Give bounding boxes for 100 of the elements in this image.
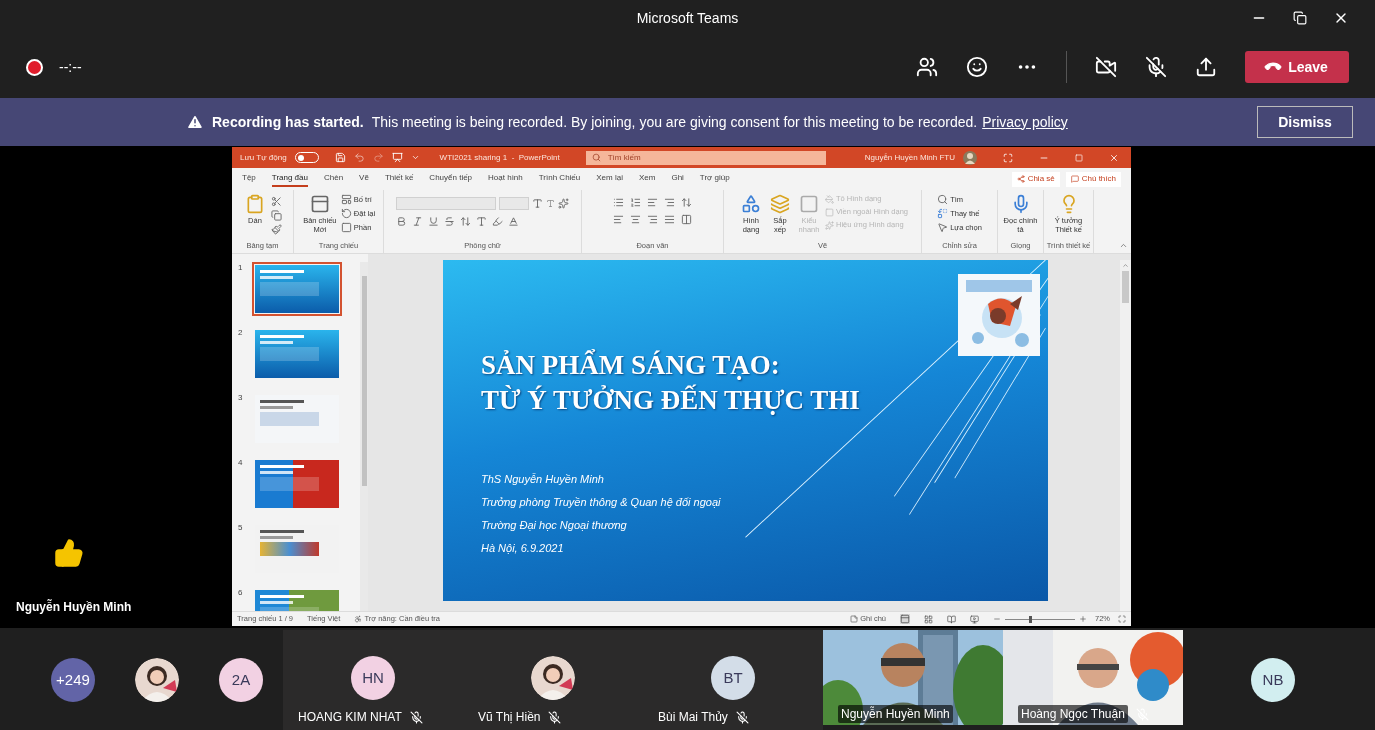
zoom-slider[interactable] (1005, 615, 1075, 623)
comment-icon (1070, 175, 1079, 183)
indent-icon[interactable] (647, 197, 658, 208)
avatar: NB (1251, 658, 1295, 702)
bold-icon[interactable] (396, 216, 407, 227)
align-right-icon[interactable] (647, 214, 658, 225)
banner-title: Recording has started. (212, 112, 364, 132)
effects-icon (825, 220, 834, 230)
brush-icon[interactable] (271, 224, 282, 235)
scrollbar[interactable] (360, 262, 368, 611)
camera-off-icon[interactable] (1095, 56, 1117, 78)
sorter-view-icon[interactable] (924, 614, 933, 624)
slide-number: 4 (238, 457, 244, 469)
slide-text: ThS Nguyễn Huyền Minh (481, 472, 605, 487)
italic-icon[interactable] (412, 216, 423, 227)
grow-font-icon (532, 198, 543, 209)
ribbon-tab[interactable]: Trình Chiếu (538, 171, 581, 187)
reactions-icon[interactable] (966, 56, 988, 78)
highlight-icon[interactable] (492, 216, 503, 227)
share-button[interactable]: Chia sẻ (1011, 171, 1060, 187)
align-center-icon[interactable] (630, 214, 641, 225)
align-left-icon[interactable] (613, 214, 624, 225)
fit-icon[interactable] (1118, 615, 1126, 623)
collapse-ribbon-icon[interactable] (1119, 241, 1128, 250)
ribbon-tab[interactable]: Trang đầu (271, 171, 308, 187)
ribbon-display-icon[interactable] (1003, 152, 1013, 163)
video-tile[interactable]: Nguyễn Huyền Minh (823, 630, 1003, 725)
comments-button[interactable]: Chú thích (1065, 171, 1121, 187)
ribbon-tab[interactable]: Xem (638, 171, 656, 187)
slide-thumbnail[interactable] (252, 457, 342, 511)
ribbon-tab[interactable]: Hoạt hình (488, 171, 523, 187)
clipboard-icon (245, 194, 265, 214)
warning-icon (186, 113, 204, 131)
ribbon-tab[interactable]: Tệp (242, 171, 256, 187)
line-spacing-icon[interactable] (681, 197, 692, 208)
slide-number: 2 (238, 327, 244, 339)
avatar: 2A (219, 658, 263, 702)
fill-icon (825, 194, 834, 204)
user-name: Nguyễn Huyền Minh FTU (864, 151, 955, 164)
scrollbar[interactable] (1122, 271, 1129, 303)
bullets-icon[interactable] (613, 197, 624, 208)
justify-icon[interactable] (664, 214, 675, 225)
ribbon-tab[interactable]: Ghi (671, 171, 684, 187)
styles-icon (799, 194, 819, 214)
normal-view-icon[interactable] (900, 614, 910, 624)
reading-view-icon[interactable] (947, 614, 956, 624)
user-avatar[interactable] (963, 150, 977, 165)
participant-tile[interactable]: HN HOANG KIM NHAT (283, 630, 463, 730)
zoom-in-icon[interactable] (1079, 615, 1087, 623)
participant-tile[interactable]: BT Bùi Mai Thủy (643, 630, 823, 730)
slide-thumbnail[interactable] (252, 392, 342, 446)
undo-icon[interactable] (353, 152, 365, 163)
video-tile[interactable]: Hoàng Ngọc Thuận (1003, 630, 1183, 725)
participant-name: Nguyễn Huyền Minh (838, 705, 953, 723)
notes-icon (850, 615, 859, 623)
dismiss-button[interactable]: Dismiss (1257, 106, 1353, 138)
slide-title: TỪ Ý TƯỞNG ĐẾN THỰC THI (481, 383, 860, 417)
ribbon-tab[interactable]: Chuyển tiếp (429, 171, 473, 187)
columns-icon[interactable] (681, 214, 692, 225)
outdent-icon[interactable] (664, 197, 675, 208)
share-screen-icon[interactable] (1195, 56, 1217, 78)
font-size-field[interactable] (499, 197, 529, 210)
presentation-icon[interactable] (391, 152, 403, 163)
speaker-name: Nguyễn Huyền Minh (16, 598, 133, 616)
strikethrough-icon[interactable] (444, 216, 455, 227)
ribbon-tab[interactable]: Vẽ (359, 171, 369, 187)
banner-message: This meeting is being recorded. By joining, you are giving consent for this meeting to be recorded. (371, 112, 978, 132)
replace-icon (937, 208, 949, 219)
ribbon-tab[interactable]: Thiết kế (384, 171, 414, 187)
spacing-icon[interactable] (460, 216, 471, 227)
participant-tile[interactable]: Vũ Thị Hiền (463, 630, 643, 730)
customize-icon[interactable] (410, 153, 420, 162)
ribbon-tab[interactable]: Trợ giúp (699, 171, 730, 187)
numbering-icon[interactable] (630, 197, 641, 208)
restore-icon[interactable] (1293, 11, 1307, 25)
microphone-off-icon[interactable] (1145, 56, 1167, 78)
font-name-field[interactable] (396, 197, 496, 210)
call-timer: --:-- (59, 57, 82, 77)
participants-icon[interactable] (916, 56, 938, 78)
search-field[interactable]: Tìm kiếm (585, 150, 826, 165)
case-icon[interactable] (476, 216, 487, 227)
slideshow-icon[interactable] (970, 614, 979, 624)
maximize-icon[interactable] (1075, 153, 1083, 162)
save-icon[interactable] (334, 152, 346, 163)
autosave-label: Lưu Tự động (240, 151, 287, 164)
font-color-icon[interactable] (508, 216, 519, 227)
cut-icon[interactable] (271, 196, 282, 207)
search-icon (591, 153, 601, 162)
avatar: +249 (51, 658, 95, 702)
window-title: Microsoft Teams (636, 8, 739, 28)
slide-number: 5 (238, 522, 244, 534)
privacy-link[interactable]: Privacy policy (982, 111, 1068, 133)
slide-thumbnail[interactable] (252, 327, 342, 381)
leave-button[interactable]: Leave (1245, 51, 1349, 83)
copy-icon[interactable] (271, 210, 282, 221)
ribbon-tab[interactable]: Chèn (323, 171, 344, 187)
slide-thumbnail[interactable] (252, 262, 342, 316)
underline-icon[interactable] (428, 216, 439, 227)
slide-icon (309, 194, 330, 214)
ribbon-tab[interactable]: Xem lại (596, 171, 623, 187)
